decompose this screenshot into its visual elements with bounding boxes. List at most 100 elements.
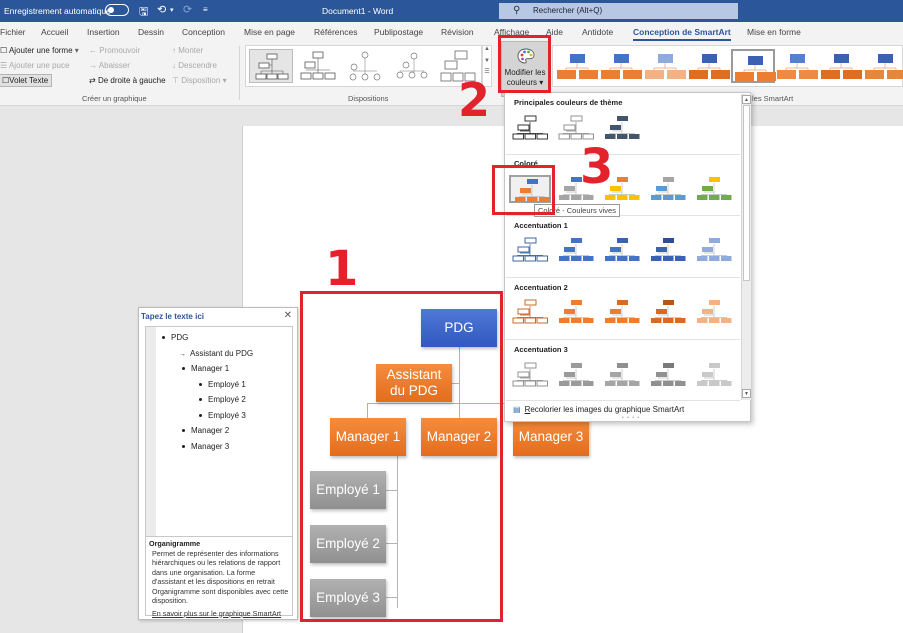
undo-icon[interactable]: ⟲ [157, 3, 166, 16]
add-bullet-button[interactable]: ☰ Ajouter une puce [0, 61, 69, 70]
color-option-dark-1-outline[interactable] [509, 114, 551, 142]
section-divider [506, 400, 740, 401]
tab-revision[interactable]: Révision [441, 27, 474, 37]
change-colors-dropdown: Principales couleurs de thème Coloré Acc… [504, 92, 751, 422]
circle-hierarchy-layout-icon [349, 51, 381, 81]
scroll-up-icon[interactable]: ▲ [483, 46, 491, 52]
list-item[interactable]: Manager 1 [182, 364, 229, 373]
section-title-accent-3: Accentuation 3 [514, 345, 568, 354]
org-chart-color-icon [512, 237, 548, 262]
org-chart-color-icon [559, 238, 594, 261]
color-option-colorful-range-5-6[interactable] [693, 175, 735, 203]
tab-accueil[interactable]: Accueil [41, 27, 68, 37]
move-up-button[interactable]: ↑ Monter [172, 46, 203, 55]
bullet-icon [182, 445, 185, 449]
text-pane-title: Tapez le texte ici [141, 312, 204, 321]
layout-name-title-org-chart[interactable] [296, 49, 340, 83]
tab-antidote[interactable]: Antidote [582, 27, 613, 37]
list-item[interactable]: → Assistant du PDG [179, 349, 253, 358]
scroll-down-icon[interactable]: ▼ [742, 389, 751, 398]
color-option-accent1-outline[interactable] [509, 236, 551, 264]
tab-conception-smartart[interactable]: Conception de SmartArt [633, 27, 731, 41]
tab-dessin[interactable]: Dessin [138, 27, 164, 37]
color-option-accent1-gradient-loop[interactable] [647, 236, 689, 264]
recolor-pictures-icon: ▤ [513, 405, 521, 414]
list-item[interactable]: Employé 2 [199, 395, 246, 404]
text-pane-list[interactable]: PDG → Assistant du PDG Manager 1 Employé … [145, 326, 293, 537]
color-option-dark-2-outline[interactable] [555, 114, 597, 142]
customize-toolbar-icon[interactable]: ≡ [203, 5, 208, 14]
tab-conception[interactable]: Conception [182, 27, 225, 37]
color-option-accent2-gradient-loop[interactable] [647, 298, 689, 326]
org-chart-color-icon [651, 300, 686, 323]
move-down-button[interactable]: ↓ Descendre [172, 61, 217, 70]
color-option-dark-2-fill[interactable] [601, 114, 643, 142]
autosave-toggle[interactable] [105, 4, 129, 16]
undo-dropdown-icon[interactable]: ▾ [170, 6, 174, 14]
color-option-accent3-outline[interactable] [509, 361, 551, 389]
org-node-manager-3[interactable]: Manager 3 [513, 418, 589, 456]
smartart-style-option[interactable] [687, 49, 731, 83]
color-option-accent1-colored-fill[interactable] [555, 236, 597, 264]
color-option-accent3-gradient-range[interactable] [601, 361, 643, 389]
smartart-style-icon [645, 54, 686, 79]
bullet-icon [182, 429, 185, 433]
list-item[interactable]: Manager 2 [182, 426, 229, 435]
color-option-colorful-range-4-5[interactable] [647, 175, 689, 203]
color-option-accent2-transparent[interactable] [693, 298, 735, 326]
layout-button[interactable]: ⊤ Disposition ▾ [172, 76, 227, 85]
tab-fichier[interactable]: Fichier [0, 27, 26, 37]
scroll-down-icon[interactable]: ▼ [483, 58, 491, 64]
layout-org-chart[interactable] [249, 49, 293, 83]
org-chart-color-icon [697, 300, 732, 323]
color-option-accent3-transparent[interactable] [693, 361, 735, 389]
tab-mise-en-page[interactable]: Mise en page [244, 27, 295, 37]
color-option-accent2-colored-fill[interactable] [555, 298, 597, 326]
color-option-accent2-gradient-range[interactable] [601, 298, 643, 326]
search-box[interactable]: ⚲ Rechercher (Alt+Q) [499, 3, 738, 19]
group-label-create-graphic: Créer un graphique [82, 94, 147, 103]
color-option-accent3-gradient-loop[interactable] [647, 361, 689, 389]
resize-grip-icon[interactable]: • • • • [622, 415, 640, 421]
learn-more-link[interactable]: En savoir plus sur le graphique SmartArt [149, 609, 289, 619]
list-item[interactable]: Employé 1 [199, 380, 246, 389]
org-chart-layout-icon [255, 53, 289, 80]
search-icon: ⚲ [513, 5, 521, 16]
color-option-accent1-gradient-range[interactable] [601, 236, 643, 264]
layout-circle-picture-hierarchy[interactable] [343, 49, 387, 83]
demote-button[interactable]: → Abaisser [89, 61, 130, 70]
org-chart-color-icon [605, 116, 640, 139]
smartart-style-option[interactable] [599, 49, 643, 83]
recolor-pictures-item[interactable]: ▤ Recolorier les images du graphique Smar… [513, 405, 684, 414]
color-option-accent1-transparent[interactable] [693, 236, 735, 264]
redo-icon[interactable]: ⟳ [183, 3, 192, 16]
smartart-style-option[interactable] [731, 49, 776, 83]
promote-button[interactable]: ← Promouvoir [89, 46, 140, 55]
tab-mise-en-forme[interactable]: Mise en forme [747, 27, 801, 37]
tab-publipostage[interactable]: Publipostage [374, 27, 423, 37]
tab-insertion[interactable]: Insertion [87, 27, 120, 37]
add-shape-button[interactable]: ☐ Ajouter une forme ▾ [0, 46, 79, 55]
scrollbar-thumb[interactable] [743, 105, 750, 281]
org-chart-color-icon [651, 363, 686, 386]
smartart-style-option[interactable] [555, 49, 599, 83]
scroll-up-icon[interactable]: ▲ [742, 95, 751, 104]
smartart-style-option[interactable] [775, 49, 819, 83]
list-item[interactable]: Employé 3 [199, 411, 246, 420]
list-item[interactable]: PDG [162, 333, 188, 342]
annotation-number-3: 3 [580, 139, 614, 195]
smartart-style-option[interactable] [643, 49, 687, 83]
group-separator [239, 46, 240, 100]
smartart-style-option[interactable] [863, 49, 903, 83]
save-icon[interactable]: 🖫 [139, 3, 148, 22]
dropdown-scrollbar[interactable]: ▲ ▼ [741, 94, 751, 400]
tab-references[interactable]: Références [314, 27, 357, 37]
layout-half-circle-org-chart[interactable] [390, 49, 434, 83]
color-option-accent2-outline[interactable] [509, 298, 551, 326]
right-to-left-button[interactable]: ⇄ De droite à gauche [89, 76, 166, 85]
list-item[interactable]: Manager 3 [182, 442, 229, 451]
text-pane-button[interactable]: ☐Volet Texte [0, 74, 53, 87]
close-icon[interactable]: ✕ [284, 310, 292, 321]
color-option-accent3-colored-fill[interactable] [555, 361, 597, 389]
smartart-style-option[interactable] [819, 49, 863, 83]
